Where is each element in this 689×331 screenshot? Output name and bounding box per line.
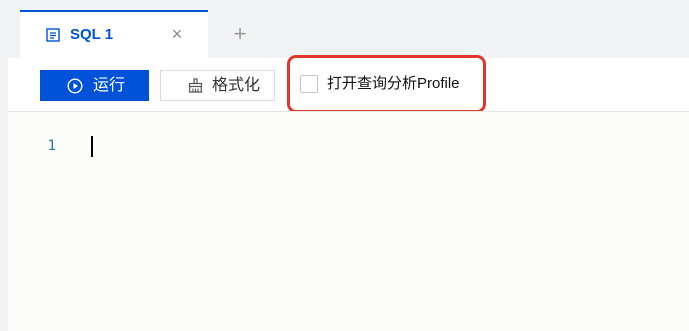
line-number: 1 xyxy=(47,138,56,154)
toolbar: 运行 格式化 打开查询分析Profile xyxy=(8,58,689,111)
format-button[interactable]: 格式化 xyxy=(160,70,275,101)
left-gutter-strip xyxy=(0,58,8,331)
text-cursor xyxy=(91,136,93,157)
profile-checkbox[interactable] xyxy=(300,75,318,93)
play-circle-icon xyxy=(67,77,83,94)
run-button[interactable]: 运行 xyxy=(40,70,149,101)
profile-checkbox-label[interactable]: 打开查询分析Profile xyxy=(327,75,460,93)
close-icon[interactable]: × xyxy=(170,23,184,45)
broom-icon xyxy=(188,78,203,93)
sql-editor[interactable]: 1 xyxy=(8,112,689,331)
tab-sql-1[interactable]: SQL 1 × xyxy=(20,10,208,58)
tab-label: SQL 1 xyxy=(70,26,114,43)
format-button-label: 格式化 xyxy=(212,76,261,94)
add-tab-icon[interactable]: + xyxy=(230,22,250,46)
tab-bar: SQL 1 × + xyxy=(0,0,689,58)
run-button-label: 运行 xyxy=(93,76,126,94)
document-icon xyxy=(46,28,60,42)
